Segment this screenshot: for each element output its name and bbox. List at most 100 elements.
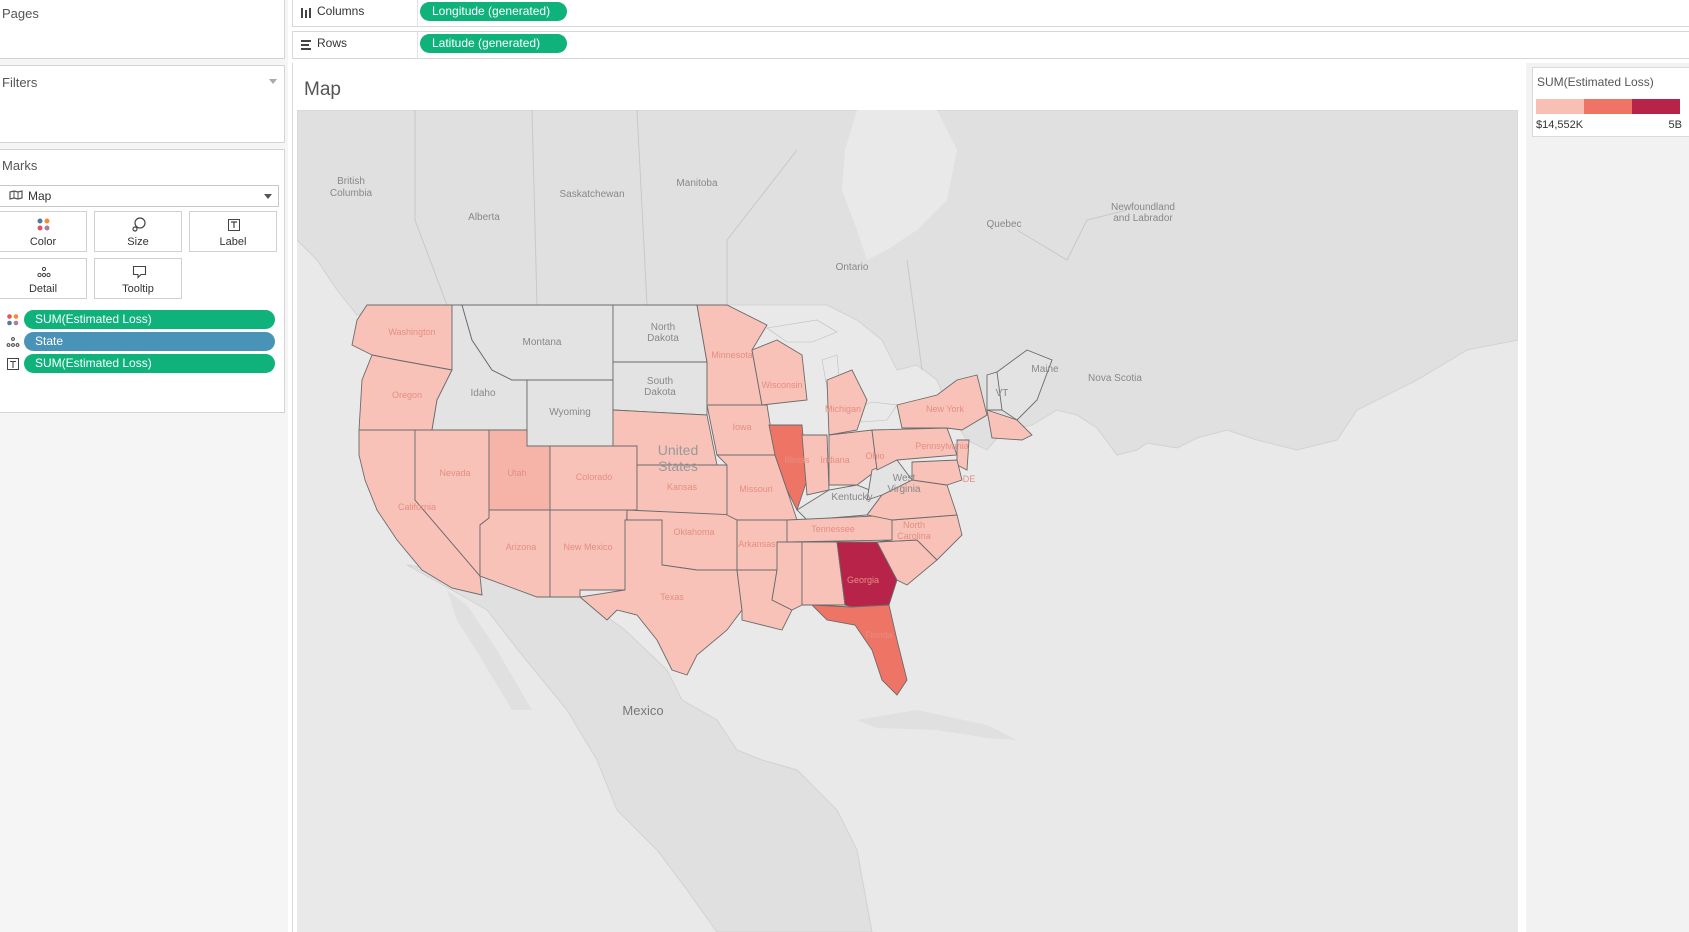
columns-icon [300,6,312,18]
shelf-divider [417,0,418,26]
label-north-carolina-2: Carolina [897,531,931,541]
detail-button[interactable]: Detail [0,258,87,299]
rows-icon [300,38,312,50]
label-minnesota: Minnesota [711,350,753,360]
field-pill-color[interactable]: SUM(Estimated Loss) [24,310,275,329]
detail-dots-icon [0,264,86,280]
tooltip-speech-icon [95,264,181,280]
legend-step-high [1632,99,1680,114]
left-panel: Pages Filters Marks Map Color Size Label… [0,0,288,932]
label-de: DE [963,474,976,484]
label-georgia: Georgia [847,575,879,585]
label-arizona: Arizona [506,542,537,552]
label-pennsylvania: Pennsylvania [915,441,969,451]
size-button-label: Size [127,236,149,248]
label-button[interactable]: Label [189,211,277,252]
legend-column [1526,63,1689,932]
tooltip-button[interactable]: Tooltip [94,258,182,299]
label-iowa: Iowa [732,422,751,432]
state-maryland-de[interactable] [911,459,963,486]
label-british-columbia-1: British [337,176,365,187]
label-ontario: Ontario [836,262,869,273]
detail-button-label: Detail [28,283,58,295]
tooltip-button-label: Tooltip [122,283,154,295]
label-south-dakota-1: South [647,376,673,387]
marks-field-color: SUM(Estimated Loss) [0,309,280,330]
label-illinois: Illinois [784,455,810,465]
shelf-divider [417,32,418,58]
color-legend[interactable]: SUM(Estimated Loss) $14,552K 5B [1532,67,1689,137]
label-texas: Texas [660,592,684,602]
label-florida: Florida [865,630,893,640]
color-palette-icon [6,313,20,327]
map-canvas[interactable]: British Columbia Alberta Saskatchewan Ma… [297,110,1518,932]
state-indiana[interactable] [801,434,830,496]
label-new-mexico: New Mexico [563,542,612,552]
label-kansas: Kansas [667,482,698,492]
color-button-label: Color [29,236,57,248]
label-newfoundland-1: Newfoundland [1111,202,1175,213]
label-quebec: Quebec [986,219,1021,230]
columns-shelf[interactable]: Columns Longitude (generated) [292,0,1689,27]
field-pill-detail[interactable]: State [24,332,275,351]
view-title: Map [304,79,341,100]
text-label-icon [6,357,20,371]
label-missouri: Missouri [739,484,773,494]
label-manitoba: Manitoba [676,178,718,189]
rows-shelf[interactable]: Rows Latitude (generated) [292,31,1689,59]
label-montana: Montana [523,337,562,348]
label-utah: Utah [507,468,526,478]
filters-menu-caret-icon[interactable] [269,79,277,84]
label-idaho: Idaho [470,388,495,399]
label-california: California [398,502,436,512]
legend-step-low [1536,99,1584,114]
label-mexico: Mexico [622,703,663,718]
label-arkansas: Arkansas [738,539,776,549]
label-united-states-2: States [658,458,698,474]
label-wisconsin: Wisconsin [761,380,802,390]
label-button-label: Label [219,236,247,248]
label-south-dakota-2: Dakota [644,387,676,398]
label-nevada: Nevada [439,468,470,478]
label-nova-scotia: Nova Scotia [1088,373,1142,384]
label-vt: VT [996,388,1009,399]
pages-card[interactable]: Pages [0,0,285,59]
label-newfoundland-2: and Labrador [1113,213,1173,224]
label-north-dakota-1: North [651,322,675,333]
pages-title: Pages [2,6,39,21]
size-icon [95,217,181,233]
rows-pill[interactable]: Latitude (generated) [420,34,567,53]
color-button[interactable]: Color [0,211,87,252]
label-tennessee: Tennessee [811,524,855,534]
filters-title: Filters [2,75,38,90]
label-indiana: Indiana [820,455,850,465]
label-west-virginia-1: West [893,473,916,484]
marks-card: Marks Map Color Size Label Detail Toolti… [0,149,285,413]
rows-label: Rows [317,36,348,50]
legend-max-value: 5B [1668,119,1682,131]
chevron-down-icon [264,194,272,199]
map-icon [9,190,23,203]
label-saskatchewan: Saskatchewan [559,189,624,200]
label-maine: Maine [1031,364,1059,375]
mark-type-dropdown[interactable]: Map [0,185,279,207]
columns-pill[interactable]: Longitude (generated) [420,2,567,21]
label-west-virginia-2: Virginia [887,484,921,495]
label-north-dakota-2: Dakota [647,333,679,344]
label-united-states-1: United [658,442,698,458]
size-button[interactable]: Size [94,211,182,252]
field-pill-label[interactable]: SUM(Estimated Loss) [24,354,275,373]
label-north-carolina-1: North [903,520,925,530]
label-colorado: Colorado [576,472,613,482]
label-washington: Washington [388,327,435,337]
legend-title: SUM(Estimated Loss) [1537,75,1654,89]
filters-card[interactable]: Filters [0,65,285,143]
legend-color-ramp [1536,99,1680,114]
legend-step-mid [1584,99,1632,114]
marks-field-detail: State [0,331,280,352]
label-ohio: Ohio [865,451,884,461]
label-michigan: Michigan [825,404,861,414]
label-alberta: Alberta [468,212,500,223]
color-palette-icon [0,217,86,233]
state-new-mexico[interactable] [549,509,628,598]
